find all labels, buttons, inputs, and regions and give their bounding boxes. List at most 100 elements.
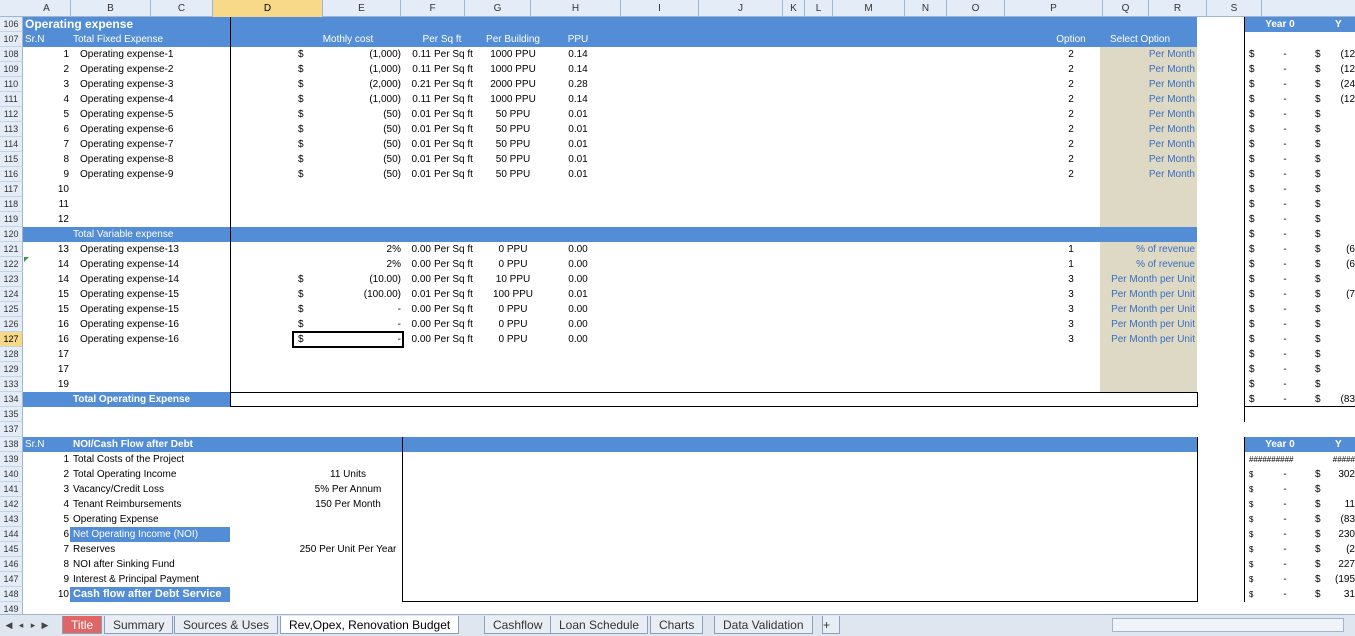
year0-currency[interactable]: $ <box>1249 62 1259 77</box>
year0-currency[interactable]: $ <box>1249 332 1259 347</box>
noi-year0-currency[interactable]: $ <box>1249 512 1309 527</box>
first-sheet-icon[interactable]: ◀ <box>4 618 14 632</box>
per-sqft-unit[interactable] <box>434 362 482 377</box>
expense-name[interactable] <box>80 212 230 227</box>
per-building-value[interactable] <box>481 362 545 377</box>
select-option-dropdown[interactable] <box>1100 362 1195 377</box>
noi-srn-header[interactable]: Sr.N <box>25 437 65 452</box>
per-building-value[interactable]: 50 PPU <box>481 107 545 122</box>
expense-name[interactable]: Operating expense-4 <box>80 92 230 107</box>
row-number[interactable]: 15 <box>23 302 69 317</box>
noi-row-number[interactable]: 9 <box>23 572 69 587</box>
ppu-value[interactable]: 0.00 <box>545 317 611 332</box>
row-header[interactable]: 128 <box>0 347 23 362</box>
option-value[interactable] <box>1042 197 1100 212</box>
year1-value[interactable] <box>1325 197 1355 212</box>
currency-symbol[interactable] <box>298 212 318 227</box>
select-option-dropdown[interactable]: % of revenue <box>1100 257 1195 272</box>
year0-value[interactable]: - <box>1280 242 1290 257</box>
expense-name[interactable] <box>80 347 230 362</box>
noi-year0-currency[interactable]: $ <box>1249 497 1309 512</box>
row-number[interactable]: 7 <box>23 137 69 152</box>
per-sqft-value[interactable]: 0.00 <box>403 257 431 272</box>
noi-row-number[interactable]: 4 <box>23 497 69 512</box>
per-sqft-value[interactable]: 0.01 <box>403 122 431 137</box>
row-header[interactable]: 111 <box>0 92 23 107</box>
select-option-dropdown[interactable]: Per Month <box>1100 77 1195 92</box>
row-header[interactable]: 144 <box>0 527 23 542</box>
year0-currency[interactable]: $ <box>1249 107 1259 122</box>
year1-currency[interactable]: $ <box>1315 62 1325 77</box>
monthly-cost-value[interactable]: (2,000) <box>318 77 401 92</box>
expense-name[interactable]: Operating expense-8 <box>80 152 230 167</box>
select-option-dropdown[interactable]: % of revenue <box>1100 242 1195 257</box>
noi-year1-value[interactable]: 227 <box>1320 557 1355 572</box>
per-building-value[interactable] <box>481 182 545 197</box>
currency-symbol[interactable]: $ <box>298 287 318 302</box>
noi-row-label[interactable]: Reserves <box>73 542 233 557</box>
per-building-value[interactable]: 0 PPU <box>481 242 545 257</box>
year1-currency[interactable]: $ <box>1315 197 1325 212</box>
ppu-value[interactable]: 0.01 <box>545 137 611 152</box>
per-sqft-value[interactable] <box>403 377 431 392</box>
year1-currency[interactable]: $ <box>1315 242 1325 257</box>
column-header-k[interactable]: K <box>783 0 805 17</box>
currency-symbol[interactable] <box>298 257 318 272</box>
noi-year1-value[interactable]: (83 <box>1320 512 1355 527</box>
row-number[interactable]: 19 <box>23 377 69 392</box>
noi-row-label[interactable]: Net Operating Income (NOI) <box>73 527 233 542</box>
noi-row-value[interactable] <box>293 527 403 542</box>
expense-name[interactable] <box>80 197 230 212</box>
monthly-cost-value[interactable] <box>318 182 401 197</box>
option-value[interactable]: 2 <box>1042 47 1100 62</box>
year1-currency[interactable]: $ <box>1315 377 1325 392</box>
row-header[interactable]: 143 <box>0 512 23 527</box>
noi-row-value[interactable]: 5% Per Annum <box>293 482 403 497</box>
row-header[interactable]: 116 <box>0 167 23 182</box>
year0-currency[interactable]: $ <box>1249 152 1259 167</box>
sheet-tab-data-validation[interactable]: Data Validation <box>714 616 813 634</box>
per-sqft-unit[interactable]: Per Sq ft <box>434 107 482 122</box>
year0-currency[interactable]: $ <box>1249 287 1259 302</box>
year0-value[interactable]: - <box>1280 317 1290 332</box>
noi-row-number[interactable]: 2 <box>23 467 69 482</box>
per-building-value[interactable]: 50 PPU <box>481 122 545 137</box>
year0-value[interactable]: - <box>1280 47 1290 62</box>
per-sqft-unit[interactable]: Per Sq ft <box>434 167 482 182</box>
noi-year1-value[interactable]: (2 <box>1320 542 1355 557</box>
option-value[interactable] <box>1042 362 1100 377</box>
year1-value[interactable]: (6 <box>1325 257 1355 272</box>
ppu-value[interactable]: 0.00 <box>545 257 611 272</box>
year-0-header[interactable]: Year 0 <box>1250 17 1310 32</box>
row-header[interactable]: 115 <box>0 152 23 167</box>
select-option-dropdown[interactable]: Per Month <box>1100 152 1195 167</box>
per-building-value[interactable]: 2000 PPU <box>481 77 545 92</box>
ppu-value[interactable]: 0.14 <box>545 92 611 107</box>
year1-value[interactable]: (6 <box>1325 242 1355 257</box>
total-year1-value[interactable]: (83 <box>1325 392 1355 407</box>
row-number[interactable]: 5 <box>23 107 69 122</box>
per-building-value[interactable]: 1000 PPU <box>481 62 545 77</box>
row-header[interactable]: 107 <box>0 32 23 47</box>
per-sqft-value[interactable] <box>403 362 431 377</box>
year0-currency[interactable]: $ <box>1249 302 1259 317</box>
noi-year1-value[interactable]: 230 <box>1320 527 1355 542</box>
ppu-value[interactable] <box>545 377 611 392</box>
per-building-value[interactable] <box>481 212 545 227</box>
year0-currency[interactable]: $ <box>1249 77 1259 92</box>
insert-sheet-icon[interactable]: + <box>822 616 840 634</box>
ppu-value[interactable] <box>545 347 611 362</box>
row-number[interactable]: 11 <box>23 197 69 212</box>
year1-value[interactable]: (12 <box>1325 62 1355 77</box>
year0-currency[interactable]: $ <box>1249 272 1259 287</box>
noi-row-value[interactable] <box>293 557 403 572</box>
noi-row-value[interactable]: 150 Per Month <box>293 497 403 512</box>
variable-expense-header[interactable]: Total Variable expense <box>73 227 233 242</box>
per-sqft-unit[interactable]: Per Sq ft <box>434 332 482 347</box>
ppu-value[interactable]: 0.00 <box>545 332 611 347</box>
option-value[interactable]: 3 <box>1042 287 1100 302</box>
monthly-cost-value[interactable]: (50) <box>318 137 401 152</box>
row-number[interactable]: 14 <box>23 272 69 287</box>
row-header[interactable]: 134 <box>0 392 23 407</box>
year1-value[interactable]: (12 <box>1325 47 1355 62</box>
